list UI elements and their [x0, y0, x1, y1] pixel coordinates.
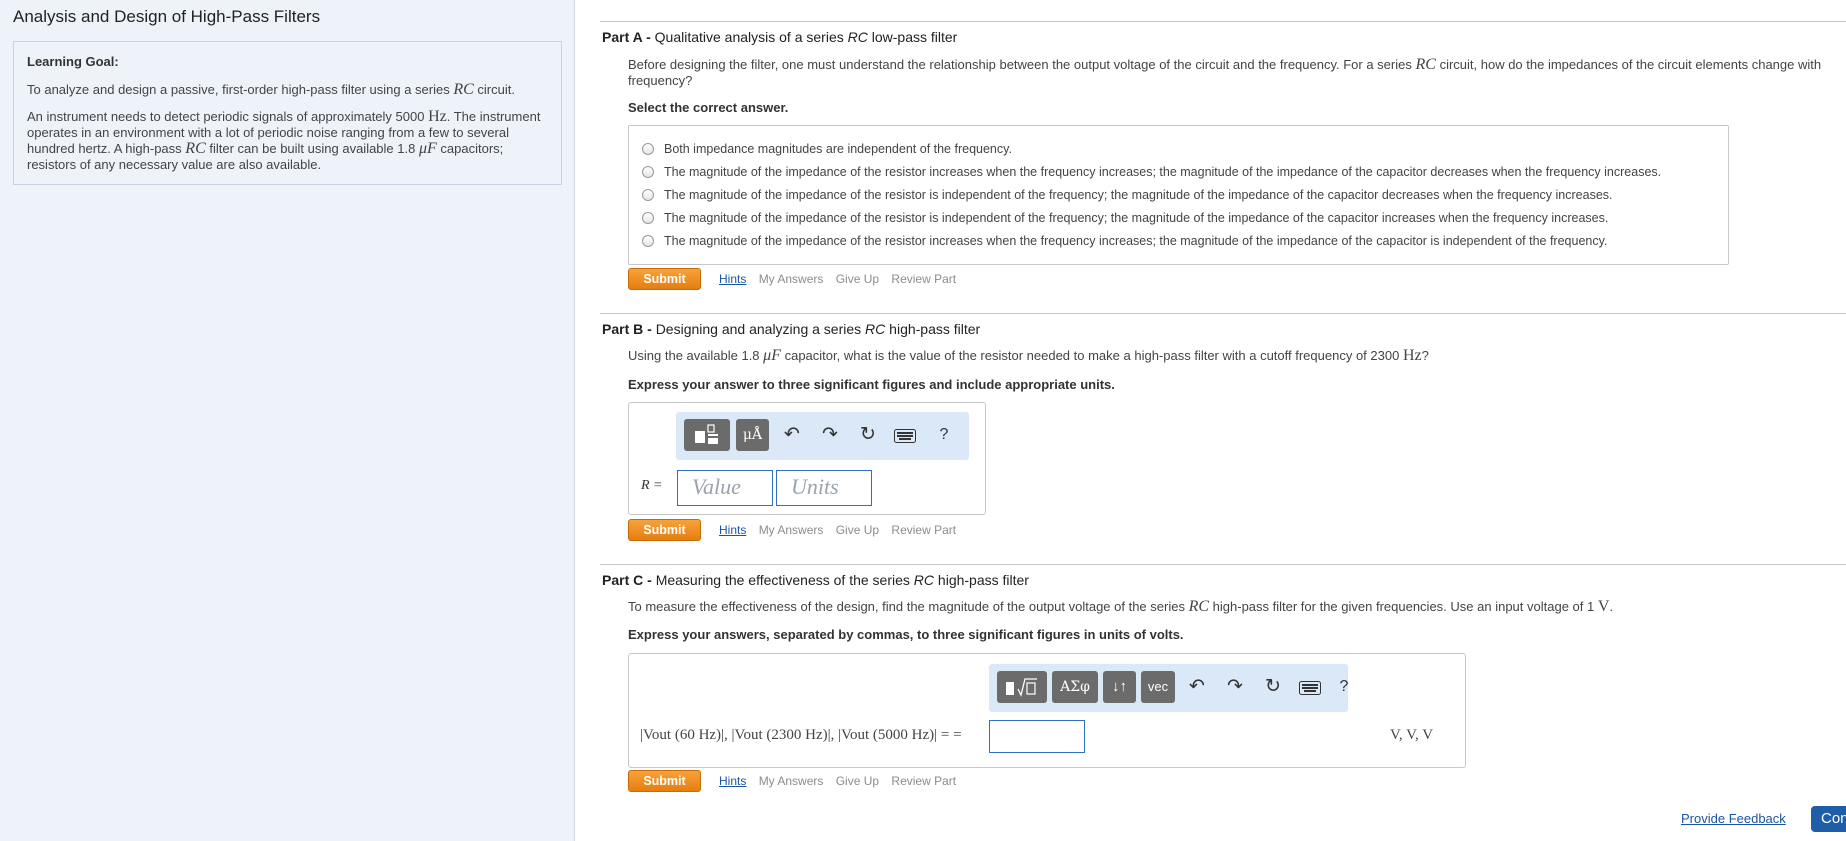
continue-button[interactable]: Con — [1811, 806, 1846, 832]
learning-goal-heading: Learning Goal: — [27, 54, 119, 69]
vout-expression: |Vout (60 Hz)|, |Vout (2300 Hz)|, |Vout … — [640, 727, 962, 743]
help-icon[interactable]: ? — [1332, 672, 1356, 702]
give-up-link[interactable]: Give Up — [836, 523, 879, 537]
part-a-instruction: Select the correct answer. — [628, 100, 789, 115]
template-button[interactable] — [997, 671, 1047, 703]
part-c-submit-button[interactable]: Submit — [628, 770, 701, 792]
learning-goal-box: Learning Goal: To analyze and design a p… — [13, 41, 562, 185]
my-answers-link[interactable]: My Answers — [759, 523, 824, 537]
part-b-instruction: Express your answer to three significant… — [628, 377, 1115, 392]
answer-choices: Both impedance magnitudes are independen… — [628, 125, 1729, 265]
help-icon[interactable]: ? — [932, 420, 956, 450]
instrument-description: An instrument needs to detect periodic s… — [27, 108, 541, 173]
radio-button[interactable] — [642, 166, 654, 178]
template-sqrt-icon — [1006, 678, 1037, 697]
give-up-link[interactable]: Give Up — [836, 272, 879, 286]
choice-option-1[interactable]: Both impedance magnitudes are independen… — [642, 140, 1012, 158]
hints-link[interactable]: Hints — [719, 523, 746, 537]
review-part-link[interactable]: Review Part — [891, 272, 956, 286]
math-toolbar: μÅ ↶ ↷ ↻ ? — [676, 412, 969, 460]
part-c-prompt: To measure the effectiveness of the desi… — [628, 598, 1614, 615]
radio-button[interactable] — [642, 212, 654, 224]
part-a-submit-button[interactable]: Submit — [628, 268, 701, 290]
part-c-answer-box: ΑΣφ ↓↑ vec ↶ ↷ ↻ ? |Vout (60 Hz)|, |Vout… — [628, 653, 1466, 768]
choice-option-2[interactable]: The magnitude of the impedance of the re… — [642, 163, 1661, 181]
part-b-title: Part B - Designing and analyzing a serie… — [602, 321, 981, 337]
units-button[interactable]: μÅ — [736, 419, 769, 451]
part-a-action-links: Hints My Answers Give Up Review Part — [719, 272, 965, 286]
provide-feedback-link[interactable]: Provide Feedback — [1681, 811, 1786, 826]
give-up-link[interactable]: Give Up — [836, 774, 879, 788]
part-a-title: Part A - Qualitative analysis of a serie… — [602, 29, 958, 45]
reset-icon[interactable]: ↻ — [1261, 672, 1285, 702]
undo-icon[interactable]: ↶ — [780, 420, 804, 450]
part-c-action-links: Hints My Answers Give Up Review Part — [719, 774, 965, 788]
keyboard-icon[interactable] — [1298, 672, 1322, 705]
vector-button[interactable]: vec — [1141, 671, 1175, 703]
review-part-link[interactable]: Review Part — [891, 774, 956, 788]
learning-goal-text: To analyze and design a passive, first-o… — [27, 81, 515, 98]
part-b-answer-box: μÅ ↶ ↷ ↻ ? R = Value Units — [628, 402, 986, 515]
choice-option-4[interactable]: The magnitude of the impedance of the re… — [642, 209, 1608, 227]
radio-button[interactable] — [642, 189, 654, 201]
undo-icon[interactable]: ↶ — [1185, 672, 1209, 702]
choice-option-5[interactable]: The magnitude of the impedance of the re… — [642, 232, 1607, 250]
part-a-prompt: Before designing the filter, one must un… — [628, 56, 1822, 89]
units-input[interactable]: Units — [776, 470, 872, 506]
value-input[interactable]: Value — [677, 470, 773, 506]
greek-button[interactable]: ΑΣφ — [1052, 671, 1098, 703]
part-a-divider — [600, 21, 1846, 22]
redo-icon[interactable]: ↷ — [1223, 672, 1247, 702]
problem-panel: Analysis and Design of High-Pass Filters… — [0, 0, 575, 841]
math-toolbar: ΑΣφ ↓↑ vec ↶ ↷ ↻ ? — [989, 664, 1348, 712]
template-icon — [695, 424, 718, 444]
problem-title: Analysis and Design of High-Pass Filters — [13, 7, 321, 26]
voltages-input[interactable] — [989, 720, 1085, 753]
part-c-instruction: Express your answers, separated by comma… — [628, 627, 1184, 642]
hints-link[interactable]: Hints — [719, 774, 746, 788]
keyboard-icon[interactable] — [893, 420, 917, 453]
arrows-button[interactable]: ↓↑ — [1103, 671, 1136, 703]
part-c-divider — [600, 564, 1846, 565]
reset-icon[interactable]: ↻ — [856, 420, 880, 450]
radio-button[interactable] — [642, 143, 654, 155]
choice-option-3[interactable]: The magnitude of the impedance of the re… — [642, 186, 1613, 204]
radio-button[interactable] — [642, 235, 654, 247]
part-b-divider — [600, 313, 1846, 314]
template-button[interactable] — [684, 419, 730, 451]
part-b-action-links: Hints My Answers Give Up Review Part — [719, 523, 965, 537]
my-answers-link[interactable]: My Answers — [759, 774, 824, 788]
part-b-prompt: Using the available 1.8 μF capacitor, wh… — [628, 347, 1429, 364]
review-part-link[interactable]: Review Part — [891, 523, 956, 537]
redo-icon[interactable]: ↷ — [818, 420, 842, 450]
part-c-title: Part C - Measuring the effectiveness of … — [602, 572, 1029, 588]
resistor-label: R = — [641, 478, 663, 493]
hints-link[interactable]: Hints — [719, 272, 746, 286]
part-b-submit-button[interactable]: Submit — [628, 519, 701, 541]
units-label: V, V, V — [1390, 727, 1434, 743]
my-answers-link[interactable]: My Answers — [759, 272, 824, 286]
